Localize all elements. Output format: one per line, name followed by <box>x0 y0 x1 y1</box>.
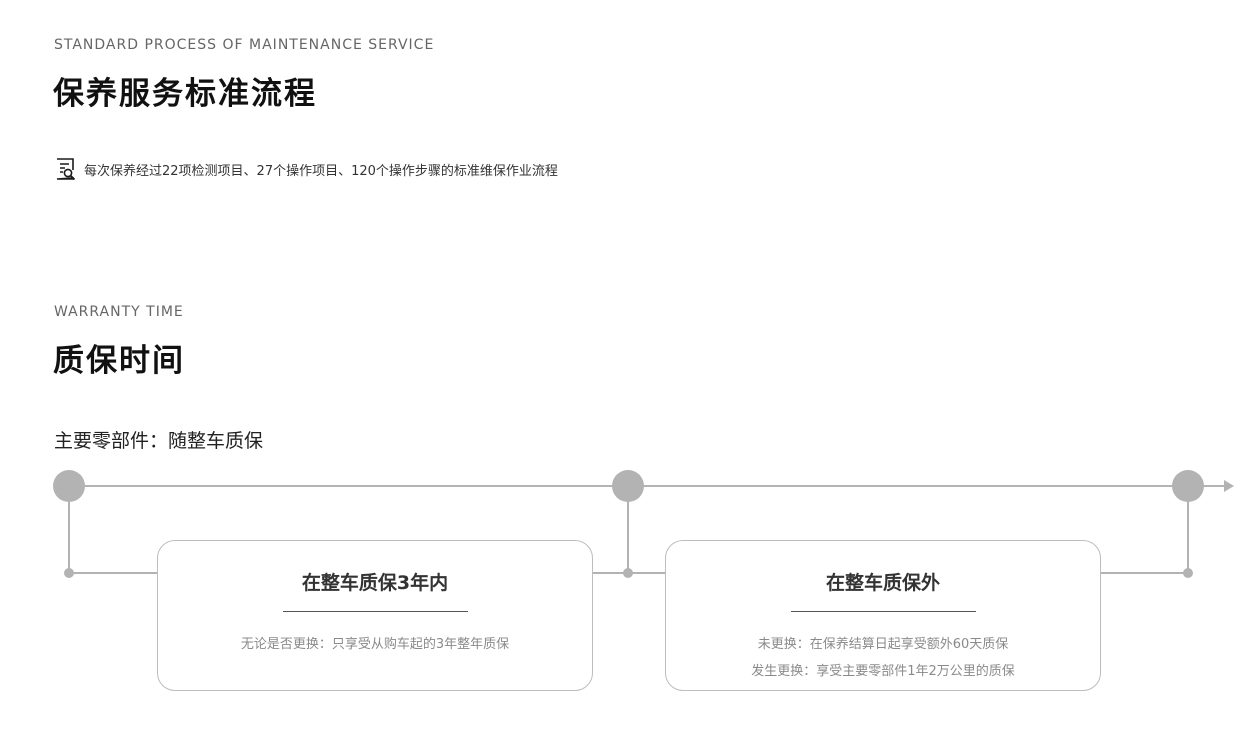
timeline-node-3 <box>1172 470 1204 502</box>
timeline-node-2 <box>612 470 644 502</box>
timeline-dot-3 <box>1183 568 1193 578</box>
card-text: 无论是否更换：只享受从购车起的3年整年质保 <box>240 637 510 652</box>
timeline-dot-1 <box>64 568 74 578</box>
card-title: 在整车质保3年内 <box>301 572 449 594</box>
card-divider <box>790 611 976 612</box>
warranty-card-within: 在整车质保3年内 无论是否更换：只享受从购车起的3年整年质保 <box>157 540 593 691</box>
card-text: 未更换：在保养结算日起享受额外60天质保 <box>757 637 1009 652</box>
timeline-arrow-icon <box>1224 480 1234 492</box>
warranty-card-outside: 在整车质保外 未更换：在保养结算日起享受额外60天质保 发生更换：享受主要零部件… <box>665 540 1101 691</box>
card-text: 发生更换：享受主要零部件1年2万公里的质保 <box>751 664 1015 679</box>
timeline-dot-2 <box>623 568 633 578</box>
card-divider <box>282 611 468 612</box>
timeline-node-1 <box>53 470 85 502</box>
card-title: 在整车质保外 <box>825 572 940 594</box>
